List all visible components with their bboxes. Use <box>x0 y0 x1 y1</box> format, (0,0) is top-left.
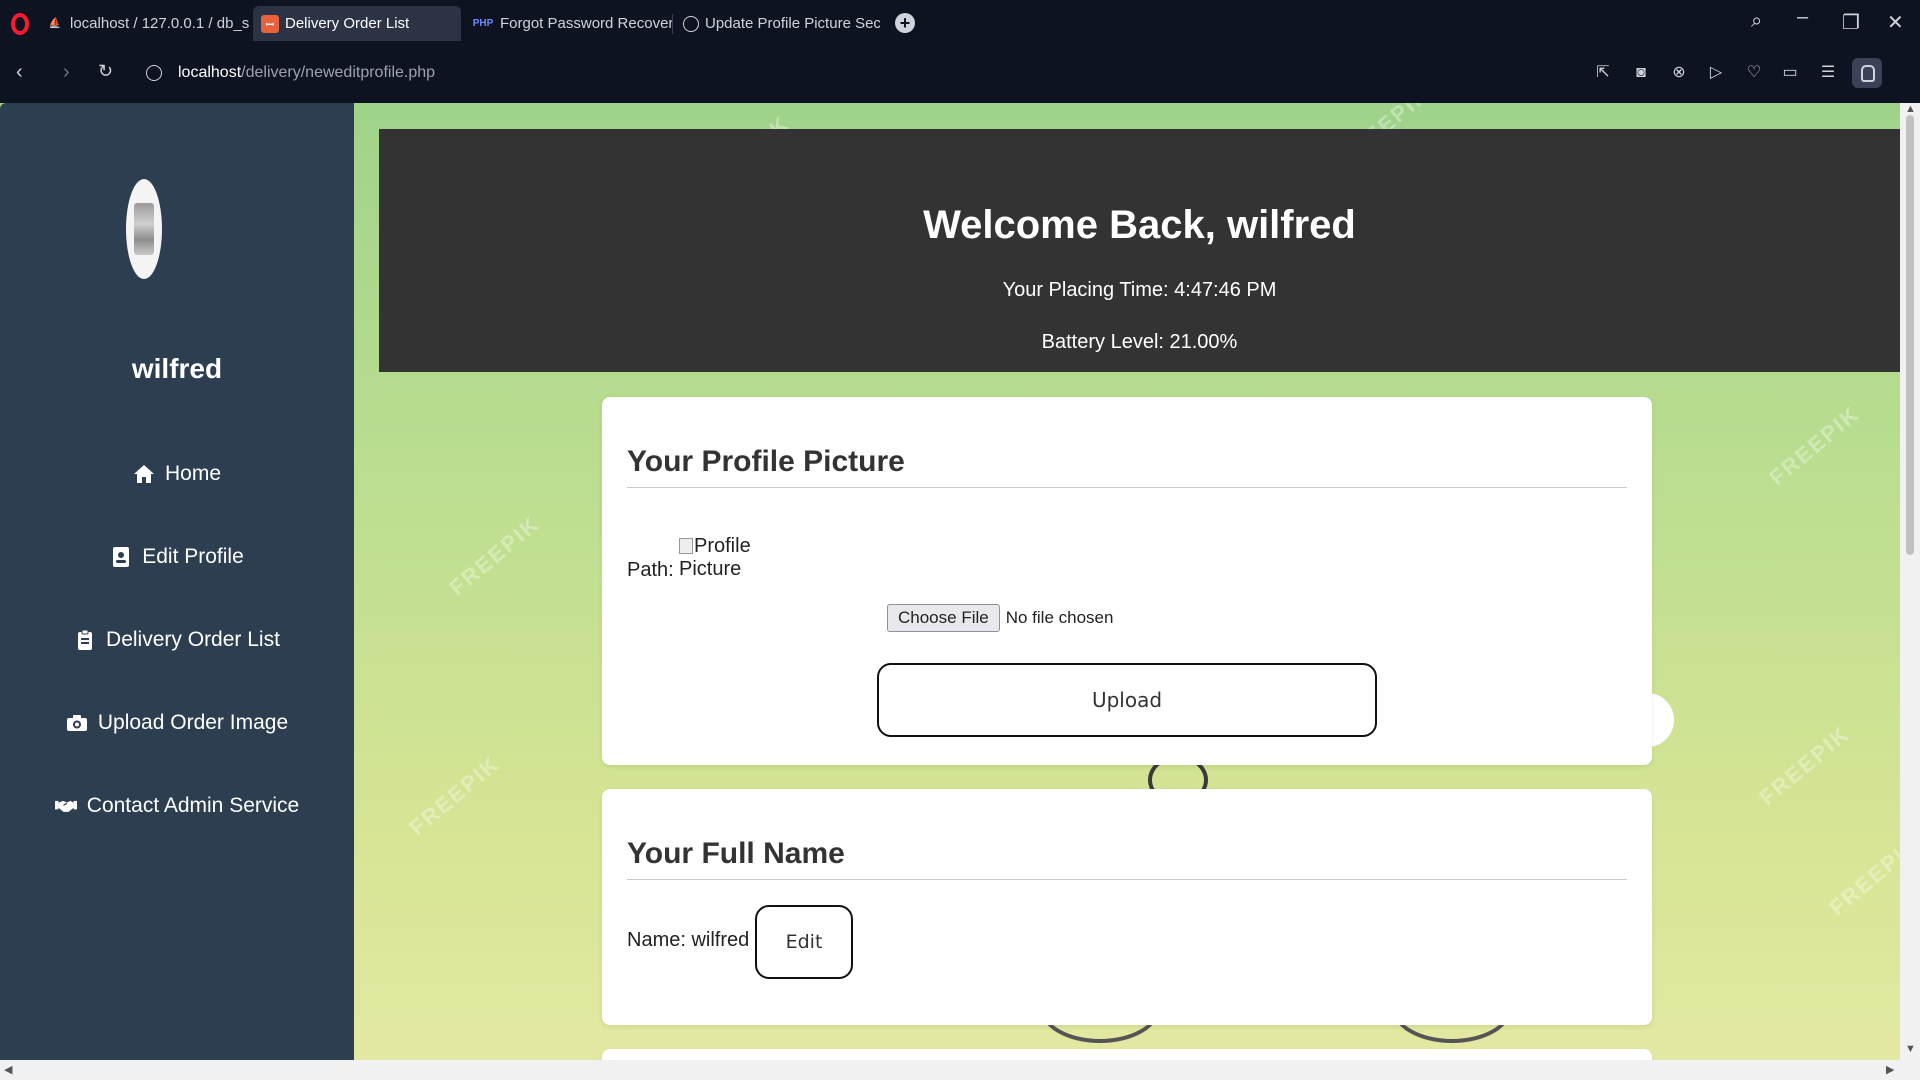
tab-forgot-password[interactable]: PHP Forgot Password Recovery <box>464 6 672 41</box>
scroll-left-icon[interactable]: ◀ <box>4 1063 12 1076</box>
search-tabs-icon[interactable]: ⌕ <box>1751 10 1762 33</box>
main-content: Welcome Back, wilfred Your Placing Time:… <box>354 103 1900 1080</box>
card-title: Your Full Name <box>627 837 845 870</box>
adblock-icon[interactable]: ⊗ <box>1669 63 1689 83</box>
share-icon[interactable]: ⇱ <box>1593 63 1613 83</box>
sidebar-username: wilfred <box>131 353 223 384</box>
tab-separator <box>672 14 673 34</box>
minimize-icon[interactable]: – <box>1797 6 1808 29</box>
divider <box>627 879 1627 880</box>
clipboard-icon <box>74 629 96 651</box>
sidebar-item-contact-admin[interactable]: Contact Admin Service <box>0 784 354 828</box>
php-icon: PHP <box>472 18 494 29</box>
browser-tab-bar: ⛵ localhost / 127.0.0.1 / db_s ꟷ Deliver… <box>0 0 1920 47</box>
tab-label: Delivery Order List <box>285 15 410 32</box>
sidebar-item-label: Edit Profile <box>142 545 244 568</box>
scroll-up-icon[interactable]: ▲ <box>1905 103 1916 115</box>
tab-update-profile[interactable]: Update Profile Picture Sec <box>675 6 880 41</box>
avatar <box>126 179 162 279</box>
close-window-icon[interactable]: ✕ <box>1887 10 1904 35</box>
profile-icon[interactable] <box>1852 58 1882 88</box>
forward-icon[interactable]: › <box>63 61 70 84</box>
chatgpt-icon <box>683 15 699 32</box>
profile-picture-image: Profile Picture <box>679 535 751 580</box>
sidebar-item-label: Contact Admin Service <box>86 794 300 817</box>
url-field[interactable]: localhost/delivery/neweditprofile.php <box>178 64 435 82</box>
scroll-right-icon[interactable]: ▶ <box>1886 1063 1894 1076</box>
name-value: Name: wilfred <box>627 929 750 951</box>
sidebar-item-edit-profile[interactable]: Edit Profile <box>0 535 354 579</box>
placing-time: Your Placing Time: 4:47:46 PM <box>1002 279 1277 301</box>
choose-file-button[interactable]: Choose File <box>887 604 1000 632</box>
heart-icon[interactable]: ♡ <box>1744 63 1764 83</box>
card-title: Your Profile Picture <box>627 445 905 478</box>
sidebar-item-upload-order-image[interactable]: Upload Order Image <box>0 701 354 745</box>
sidebar-item-home[interactable]: Home <box>0 452 354 496</box>
easy-setup-icon[interactable]: ☰ <box>1818 63 1838 83</box>
flow-icon[interactable]: ▷ <box>1706 63 1726 83</box>
broken-image-icon <box>679 538 693 554</box>
sidebar-item-label: Upload Order Image <box>97 711 289 734</box>
profile-picture-card: Your Profile Picture Path: Profile Pictur… <box>602 397 1652 765</box>
tab-label: Update Profile Picture Sec <box>705 15 880 32</box>
edit-name-button[interactable]: Edit <box>755 905 853 979</box>
file-input: Choose File No file chosen <box>887 604 1113 632</box>
scrollbar-thumb[interactable] <box>1906 115 1914 555</box>
battery-level: Battery Level: 21.00% <box>1041 331 1238 353</box>
upload-button[interactable]: Upload <box>877 663 1377 737</box>
tab-label: localhost / 127.0.0.1 / db_s <box>70 15 250 32</box>
handshake-icon <box>54 795 77 817</box>
camera-icon <box>66 712 88 734</box>
address-bar: ‹ › ↻ localhost/delivery/neweditprofile.… <box>0 47 1920 139</box>
tab-phpmyadmin[interactable]: ⛵ localhost / 127.0.0.1 / db_s <box>38 6 250 41</box>
sidebar-item-delivery-order-list[interactable]: Delivery Order List <box>0 618 354 662</box>
tab-delivery-order-list[interactable]: ꟷ Delivery Order List <box>253 6 461 41</box>
reload-icon[interactable]: ↻ <box>98 61 113 82</box>
welcome-title: Welcome Back, wilfred <box>923 203 1356 247</box>
snapshot-icon[interactable]: ◙ <box>1631 63 1651 83</box>
path-label: Path: <box>627 559 674 581</box>
sidebar-item-label: Home <box>164 462 222 485</box>
opera-logo-icon[interactable] <box>11 13 29 35</box>
scroll-down-icon[interactable]: ▼ <box>1905 1043 1916 1055</box>
restore-icon[interactable]: ❐ <box>1842 10 1860 35</box>
tab-label: Forgot Password Recovery <box>500 15 672 32</box>
full-name-card: Your Full Name Name: wilfred Edit <box>602 789 1652 1025</box>
welcome-banner: Welcome Back, wilfred Your Placing Time:… <box>379 129 1900 372</box>
site-info-icon[interactable] <box>146 65 162 81</box>
tag-icon[interactable]: ▭ <box>1780 63 1800 83</box>
divider <box>627 487 1627 488</box>
back-icon[interactable]: ‹ <box>16 61 23 84</box>
file-status: No file chosen <box>1005 608 1114 627</box>
new-tab-button[interactable]: + <box>895 13 915 33</box>
app-icon: ꟷ <box>261 14 279 33</box>
page-viewport: FREEPIK FREEPIK FREEPIK FREEPIK FREEPIK … <box>0 103 1920 1080</box>
sidebar-item-label: Delivery Order List <box>106 628 280 651</box>
horizontal-scrollbar[interactable]: ◀ ▶ <box>0 1060 1920 1080</box>
vertical-scrollbar[interactable]: ▲ ▼ <box>1900 103 1920 1060</box>
phpmyadmin-icon: ⛵ <box>48 18 62 29</box>
id-badge-icon <box>110 546 132 568</box>
sidebar: wilfred Home Edit Profile Delivery Order… <box>0 103 354 1060</box>
home-icon <box>133 463 155 485</box>
